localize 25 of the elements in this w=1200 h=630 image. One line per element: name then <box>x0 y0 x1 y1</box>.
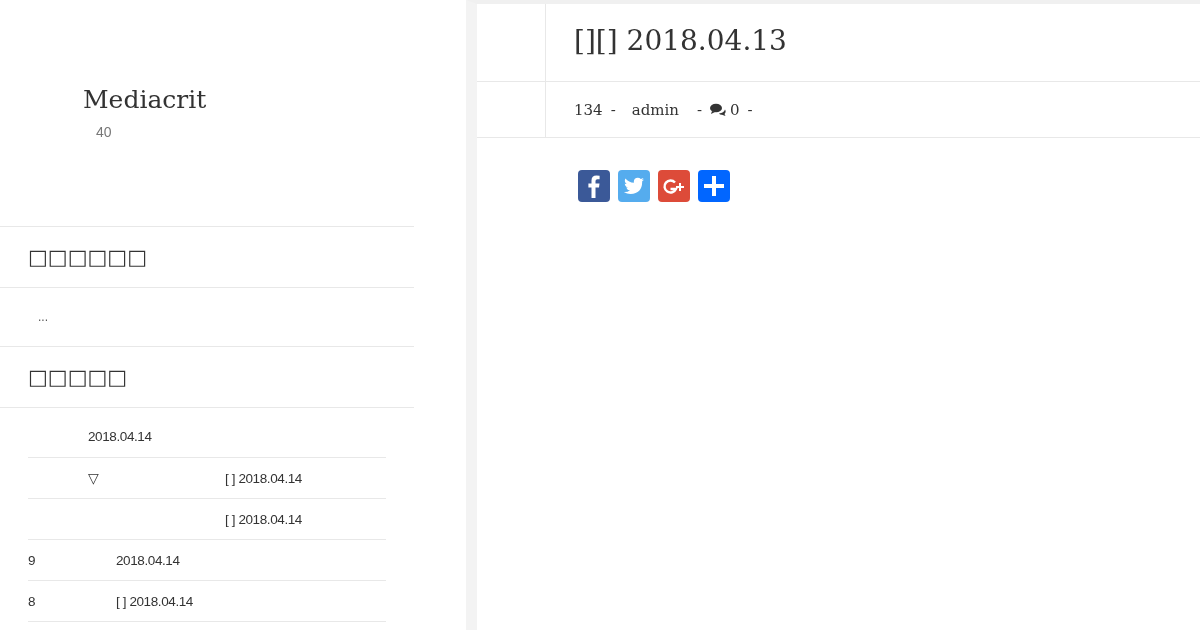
site-title[interactable]: Mediacrit <box>83 84 207 116</box>
widget-text: ... <box>38 310 48 324</box>
post-link[interactable]: [ ] 2018.04.14 <box>116 593 193 609</box>
view-count: 134 <box>574 100 603 119</box>
comment-count: 0 <box>730 100 740 119</box>
twitter-button[interactable] <box>618 170 650 202</box>
share-button[interactable] <box>698 170 730 202</box>
post-link[interactable]: 2018.04.14 <box>88 428 152 444</box>
comments-icon <box>710 103 727 116</box>
post-title: [][] 2018.04.13 <box>573 23 787 57</box>
separator: - <box>610 100 616 119</box>
widget-heading: □□□□□ <box>28 365 128 389</box>
widget-heading: □□□□□□ <box>28 245 148 269</box>
post-link[interactable]: ▽ <box>88 471 99 486</box>
post-link[interactable]: [ ] 2018.04.14 <box>225 511 302 527</box>
site-tagline: 40 <box>96 124 112 140</box>
post-number: 8 <box>28 593 36 609</box>
separator: - <box>747 100 753 119</box>
separator: - <box>696 100 703 119</box>
googleplus-button[interactable] <box>658 170 690 202</box>
author-link[interactable]: admin <box>631 100 679 119</box>
post-link[interactable]: 2018.04.14 <box>116 552 180 568</box>
post-link[interactable]: [ ] 2018.04.14 <box>225 470 302 486</box>
post-number: 9 <box>28 552 36 568</box>
facebook-button[interactable] <box>578 170 610 202</box>
